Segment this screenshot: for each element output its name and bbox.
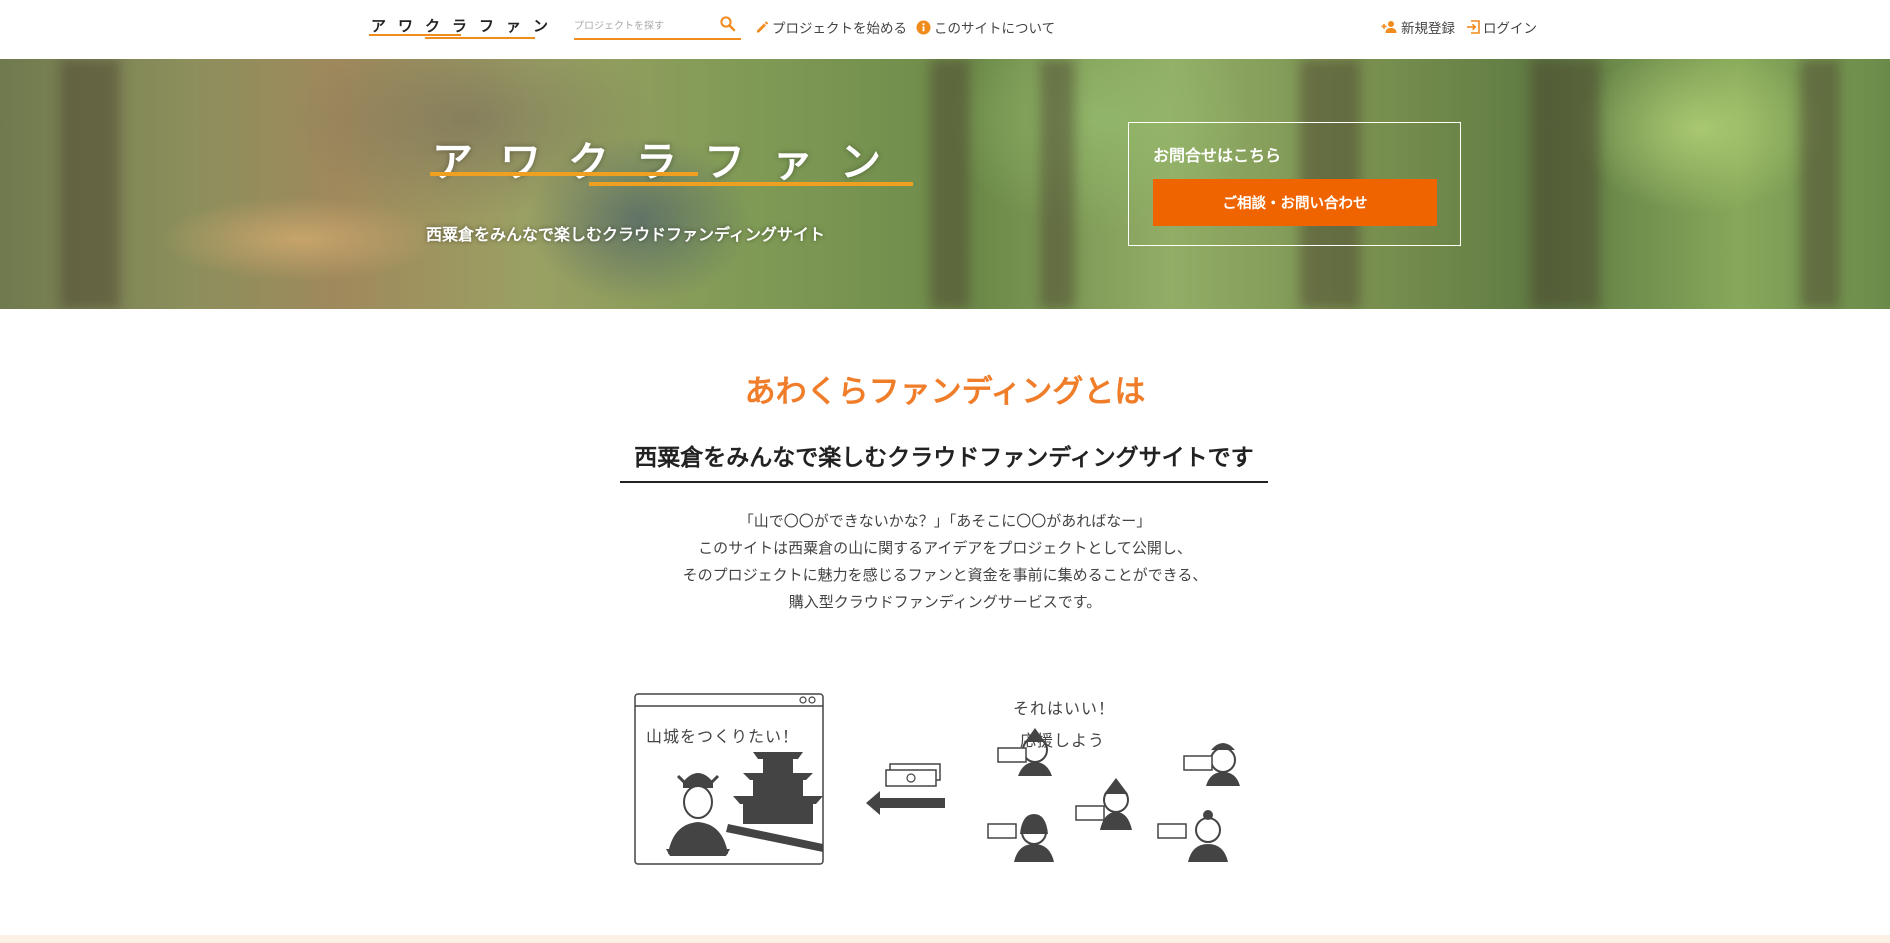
supporter-icon: [987, 814, 1054, 862]
contact-box: お問合せはこちら ご相談・お問い合わせ: [1128, 122, 1461, 246]
about-heading: あわくらファンディングとは: [744, 374, 1146, 410]
add-user-icon: [1381, 21, 1397, 33]
hero-background-tree: [1530, 59, 1600, 309]
site-logo[interactable]: アワクラファン: [369, 10, 548, 40]
logo-underline: [369, 34, 461, 36]
hero-title-underline-2: [589, 182, 913, 186]
illustration-graphic: [634, 693, 1240, 865]
login-link[interactable]: ログイン: [1466, 17, 1537, 37]
about-subheading: 西粟倉をみんなで楽しむクラウドファンディングサイトです: [634, 445, 1254, 471]
hero-banner: アワクラファン 西粟倉をみんなで楽しむクラウドファンディングサイト お問合せはこ…: [0, 59, 1890, 309]
supporter-icon: [1075, 778, 1132, 830]
supporter-icon: [1183, 743, 1240, 786]
supporter-caption-2: 応援しよう: [1020, 731, 1106, 750]
about-site-label: このサイトについて: [934, 21, 1056, 37]
login-label: ログイン: [1483, 21, 1537, 37]
hero-title-underline: [430, 172, 698, 176]
project-search: [574, 12, 741, 40]
logo-underline-2: [425, 37, 535, 39]
register-label: 新規登録: [1401, 21, 1455, 37]
about-site-link[interactable]: このサイトについて: [916, 17, 1055, 37]
hero-title: アワクラファン: [432, 138, 908, 186]
contact-label: お問合せはこちら: [1153, 146, 1282, 165]
contact-button[interactable]: ご相談・お問い合わせ: [1153, 179, 1437, 226]
supporter-icon: [1157, 810, 1228, 862]
start-project-label: プロジェクトを始める: [772, 21, 907, 37]
window-caption: 山城をつくりたい！: [646, 727, 800, 746]
next-section-band: [0, 935, 1890, 943]
about-line: このサイトは西粟倉の山に関するアイデアをプロジェクトとして公開し、: [698, 539, 1192, 557]
login-icon: [1467, 20, 1480, 34]
hero-background-tree: [1800, 59, 1840, 309]
subheading-divider: [620, 481, 1268, 483]
hero-background-tree: [1040, 59, 1075, 309]
hero-background-tree: [930, 59, 970, 309]
search-input[interactable]: [574, 16, 714, 36]
supporter-caption: それはいい！: [1013, 699, 1116, 718]
register-link[interactable]: 新規登録: [1381, 17, 1455, 37]
money-transfer-icon: [866, 763, 945, 815]
crowdfunding-illustration: 山城をつくりたい！ それはいい！ 応援しよう: [628, 684, 1268, 872]
about-description: 「山で〇〇ができないかな？」「あそこに〇〇があればなー」 このサイトは西粟倉の山…: [0, 508, 1890, 616]
site-header: アワクラファン プロジェクトを始める このサイトについて: [0, 0, 1890, 59]
hero-subtitle: 西粟倉をみんなで楽しむクラウドファンディングサイト: [426, 225, 825, 244]
logo-text: アワクラファン: [371, 17, 561, 35]
hero-background-tree: [60, 59, 120, 309]
pencil-icon: [757, 21, 769, 33]
start-project-link[interactable]: プロジェクトを始める: [755, 17, 907, 37]
info-icon: [916, 20, 931, 34]
about-line: そのプロジェクトに魅力を感じるファンと資金を事前に集めることができる、: [682, 566, 1208, 584]
about-line: 「山で〇〇ができないかな？」「あそこに〇〇があればなー」: [738, 512, 1152, 530]
about-line: 購入型クラウドファンディングサービスです。: [788, 593, 1102, 611]
search-icon[interactable]: [719, 15, 737, 33]
